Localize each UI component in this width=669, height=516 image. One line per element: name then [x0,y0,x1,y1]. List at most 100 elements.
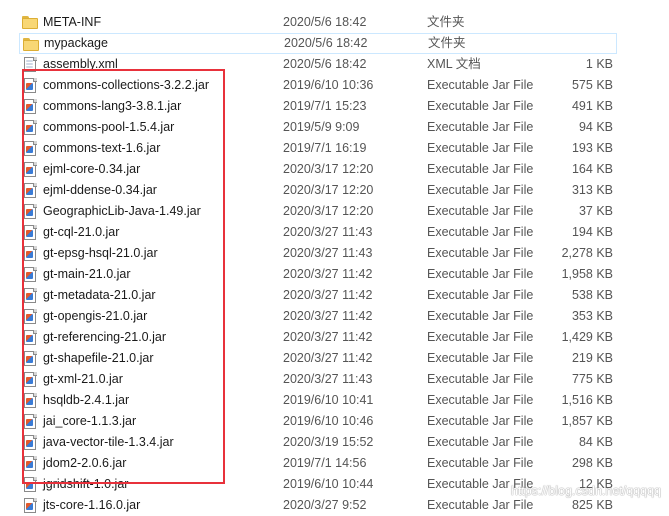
file-row[interactable]: jai_core-1.1.3.jar 2019/6/10 10:46 Executa… [0,411,669,432]
jar-file-icon [24,456,37,472]
file-size: 313 KB [571,183,613,197]
file-name: gt-metadata-21.0.jar [43,288,156,302]
folder-row[interactable]: mypackage 2020/5/6 18:42 文件夹 [19,33,617,54]
file-row[interactable]: gt-epsg-hsql-21.0.jar 2020/3/27 11:43 Exec… [0,243,669,264]
jar-file-icon [24,288,37,304]
file-size: 1,857 KB [561,414,613,428]
file-name: assembly.xml [43,57,118,71]
file-row[interactable]: commons-collections-3.2.2.jar 2019/6/10 1… [0,75,669,96]
jar-file-icon [24,120,37,136]
file-row[interactable]: gt-shapefile-21.0.jar 2020/3/27 11:42 Exec… [0,348,669,369]
file-name: gt-opengis-21.0.jar [43,309,148,323]
jar-file-icon [24,330,37,346]
jar-file-icon [24,162,37,178]
file-row[interactable]: ejml-core-0.34.jar 2020/3/17 12:20 Executa… [0,159,669,180]
modified-date: 2019/6/10 10:44 [283,477,374,491]
file-name: gt-main-21.0.jar [43,267,131,281]
file-row[interactable]: assembly.xml 2020/5/6 18:42 XML 文档 1 KB [0,54,669,75]
watermark: https://blog.csdn.net/qqqqq [510,484,661,498]
file-type: Executable Jar File [427,414,534,428]
file-size: 538 KB [571,288,613,302]
modified-date: 2020/3/19 15:52 [283,435,374,449]
file-type: Executable Jar File [427,309,534,323]
modified-date: 2019/6/10 10:46 [283,414,374,428]
modified-date: 2019/5/9 9:09 [283,120,360,134]
modified-date: 2020/5/6 18:42 [284,36,368,50]
file-type: Executable Jar File [427,204,534,218]
modified-date: 2019/6/10 10:36 [283,78,374,92]
modified-date: 2019/7/1 15:23 [283,99,367,113]
file-name: commons-lang3-3.8.1.jar [43,99,182,113]
file-size: 1,958 KB [561,267,613,281]
file-type: Executable Jar File [427,120,534,134]
folder-icon [22,16,38,30]
modified-date: 2020/3/27 11:42 [283,330,373,344]
file-row[interactable]: GeographicLib-Java-1.49.jar 2020/3/17 12:… [0,201,669,222]
file-type: Executable Jar File [427,456,534,470]
file-name: gt-xml-21.0.jar [43,372,123,386]
jar-file-icon [24,477,37,493]
file-row[interactable]: hsqldb-2.4.1.jar 2019/6/10 10:41 Executabl… [0,390,669,411]
file-row[interactable]: ejml-ddense-0.34.jar 2020/3/17 12:20 Execu… [0,180,669,201]
file-type: 文件夹 [428,36,466,50]
jar-file-icon [24,309,37,325]
file-row[interactable]: commons-pool-1.5.4.jar 2019/5/9 9:09 Execu… [0,117,669,138]
file-name: gt-shapefile-21.0.jar [43,351,154,365]
file-name: commons-collections-3.2.2.jar [43,78,210,92]
file-row[interactable]: commons-lang3-3.8.1.jar 2019/7/1 15:23 Exe… [0,96,669,117]
modified-date: 2020/3/27 11:42 [283,267,373,281]
file-size: 84 KB [578,435,613,449]
jar-file-icon [24,498,37,514]
jar-file-icon [24,78,37,94]
jar-file-icon [24,393,37,409]
modified-date: 2020/3/17 12:20 [283,183,374,197]
file-size: 37 KB [578,204,613,218]
file-size: 219 KB [571,351,613,365]
file-size: 1 KB [585,57,613,71]
file-type: Executable Jar File [427,162,534,176]
file-name: jts-core-1.16.0.jar [43,498,141,512]
file-type: Executable Jar File [427,78,534,92]
file-size: 2,278 KB [561,246,613,260]
modified-date: 2020/5/6 18:42 [283,15,367,29]
file-size: 1,516 KB [561,393,613,407]
modified-date: 2020/3/27 9:52 [283,498,367,512]
file-row[interactable]: gt-referencing-21.0.jar 2020/3/27 11:42 Ex… [0,327,669,348]
file-row[interactable]: gt-metadata-21.0.jar 2020/3/27 11:42 Execu… [0,285,669,306]
file-size: 94 KB [578,120,613,134]
folder-row[interactable]: META-INF 2020/5/6 18:42 文件夹 [0,12,669,33]
modified-date: 2020/3/17 12:20 [283,204,374,218]
file-row[interactable]: commons-text-1.6.jar 2019/7/1 16:19 Execut… [0,138,669,159]
file-row[interactable]: jdom2-2.0.6.jar 2019/7/1 14:56 Executable … [0,453,669,474]
file-type: Executable Jar File [427,141,534,155]
file-name: hsqldb-2.4.1.jar [43,393,130,407]
file-name: commons-pool-1.5.4.jar [43,120,175,134]
file-name: GeographicLib-Java-1.49.jar [43,204,201,218]
file-type: Executable Jar File [427,393,534,407]
file-type: Executable Jar File [427,183,534,197]
file-type: 文件夹 [427,15,465,29]
file-name: jai_core-1.1.3.jar [43,414,137,428]
file-name: ejml-core-0.34.jar [43,162,141,176]
jar-file-icon [24,351,37,367]
file-row[interactable]: gt-opengis-21.0.jar 2020/3/27 11:42 Execut… [0,306,669,327]
modified-date: 2019/6/10 10:41 [283,393,374,407]
file-type: Executable Jar File [427,99,534,113]
file-type: Executable Jar File [427,246,534,260]
file-name: jgridshift-1.0.jar [43,477,129,491]
file-row[interactable]: gt-cql-21.0.jar 2020/3/27 11:43 Executable… [0,222,669,243]
modified-date: 2019/7/1 16:19 [283,141,367,155]
file-row[interactable]: java-vector-tile-1.3.4.jar 2020/3/19 15:5… [0,432,669,453]
folder-icon [23,38,39,52]
file-size: 193 KB [571,141,613,155]
jar-file-icon [24,414,37,430]
file-size: 1,429 KB [561,330,613,344]
modified-date: 2020/3/27 11:43 [283,225,373,239]
file-name: java-vector-tile-1.3.4.jar [43,435,174,449]
file-name: gt-epsg-hsql-21.0.jar [43,246,158,260]
file-row[interactable]: gt-main-21.0.jar 2020/3/27 11:42 Executabl… [0,264,669,285]
modified-date: 2019/7/1 14:56 [283,456,367,470]
file-row[interactable]: gt-xml-21.0.jar 2020/3/27 11:43 Executable… [0,369,669,390]
modified-date: 2020/3/27 11:42 [283,351,373,365]
file-size: 298 KB [571,456,613,470]
